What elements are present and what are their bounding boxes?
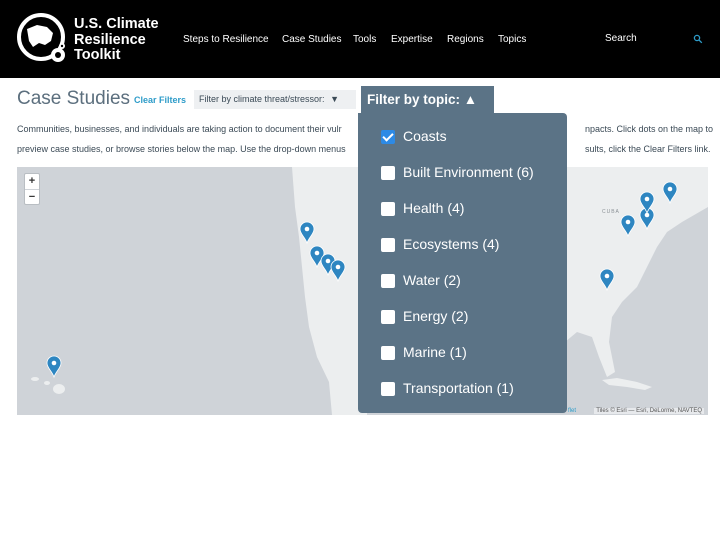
nav-case-studies[interactable]: Case Studies [282, 34, 341, 45]
threat-filter-label: Filter by climate threat/stressor: [199, 94, 325, 104]
topic-checkbox-transportation[interactable] [381, 382, 395, 396]
topic-label-ecosystems: Ecosystems (4) [403, 236, 500, 252]
intro-line-1-right: npacts. Click dots on the map to [585, 124, 714, 134]
topic-option-built-environment[interactable]: Built Environment (6) [381, 163, 561, 183]
topic-option-ecosystems[interactable]: Ecosystems (4) [381, 235, 561, 255]
nav-topics[interactable]: Topics [498, 34, 526, 45]
site-header: U.S. Climate Resilience Toolkit Steps to… [0, 0, 720, 78]
leaflet-attribution-link[interactable]: flet [568, 408, 576, 414]
land-western-us [292, 167, 367, 415]
topic-checkbox-marine[interactable] [381, 346, 395, 360]
filter-by-topic-toggle[interactable]: Filter by topic: ▲ [361, 86, 494, 114]
topic-label-energy: Energy (2) [403, 308, 469, 324]
clear-filters-link[interactable]: Clear Filters [134, 95, 186, 105]
topic-label-coasts: Coasts [403, 128, 447, 144]
land-eastern-us [562, 167, 708, 415]
logo-line-1: U.S. Climate [74, 16, 159, 32]
land-hawaii-2 [44, 381, 50, 385]
land-hawaii-1 [31, 377, 39, 381]
topic-checkbox-health[interactable] [381, 202, 395, 216]
topic-label-water: Water (2) [403, 272, 461, 288]
topic-checkbox-built-environment[interactable] [381, 166, 395, 180]
land-cuba [602, 378, 652, 390]
topic-label-marine: Marine (1) [403, 344, 467, 360]
land-hawaii-3 [53, 384, 65, 394]
search-input[interactable]: Search [605, 33, 637, 44]
topic-label-transportation: Transportation (1) [403, 380, 514, 396]
logo-line-3: Toolkit [74, 47, 121, 63]
topic-option-coasts[interactable]: Coasts [381, 127, 561, 147]
topic-option-marine[interactable]: Marine (1) [381, 343, 561, 363]
zoom-in-button[interactable]: + [25, 174, 39, 189]
topic-option-health[interactable]: Health (4) [381, 199, 561, 219]
zoom-out-button[interactable]: − [25, 189, 39, 204]
page: U.S. Climate Resilience Toolkit Steps to… [0, 0, 720, 540]
page-title: Case Studies [17, 88, 131, 109]
topic-label-built-environment: Built Environment (6) [403, 164, 534, 180]
map-marker-icon[interactable] [46, 355, 62, 379]
topic-option-transportation[interactable]: Transportation (1) [381, 379, 561, 399]
toolkit-logo-icon[interactable] [17, 13, 69, 65]
intro-line-1-left: Communities, businesses, and individuals… [17, 124, 342, 134]
nav-regions[interactable]: Regions [447, 34, 484, 45]
intro-line-2-right: sults, click the Clear Filters link. [585, 144, 711, 154]
nav-expertise[interactable]: Expertise [391, 34, 433, 45]
topic-checkbox-ecosystems[interactable] [381, 238, 395, 252]
topic-label-health: Health (4) [403, 200, 465, 216]
map-label-cuba: CUBA [602, 209, 620, 215]
nav-tools[interactable]: Tools [353, 34, 376, 45]
topic-checkbox-water[interactable] [381, 274, 395, 288]
topic-filter-panel: Coasts Built Environment (6) Health (4) … [358, 113, 567, 413]
zoom-control: + − [24, 173, 40, 205]
topic-checkbox-energy[interactable] [381, 310, 395, 324]
map-attribution: Tiles © Esri — Esri, DeLorme, NAVTEQ [594, 408, 704, 414]
logo-line-2: Resilience [74, 31, 146, 48]
intro-line-2-left: preview case studies, or browse stories … [17, 144, 346, 154]
topic-option-energy[interactable]: Energy (2) [381, 307, 561, 327]
search-icon[interactable] [693, 34, 703, 44]
nav-steps-to-resilience[interactable]: Steps to Resilience [183, 34, 269, 45]
topic-checkbox-coasts[interactable] [381, 130, 395, 144]
site-logo-text[interactable]: U.S. Climate Resilience Toolkit [74, 16, 159, 64]
topic-option-water[interactable]: Water (2) [381, 271, 561, 291]
chevron-down-icon: ▼ [330, 94, 339, 104]
threat-filter-dropdown[interactable]: Filter by climate threat/stressor: ▼ [194, 90, 356, 109]
